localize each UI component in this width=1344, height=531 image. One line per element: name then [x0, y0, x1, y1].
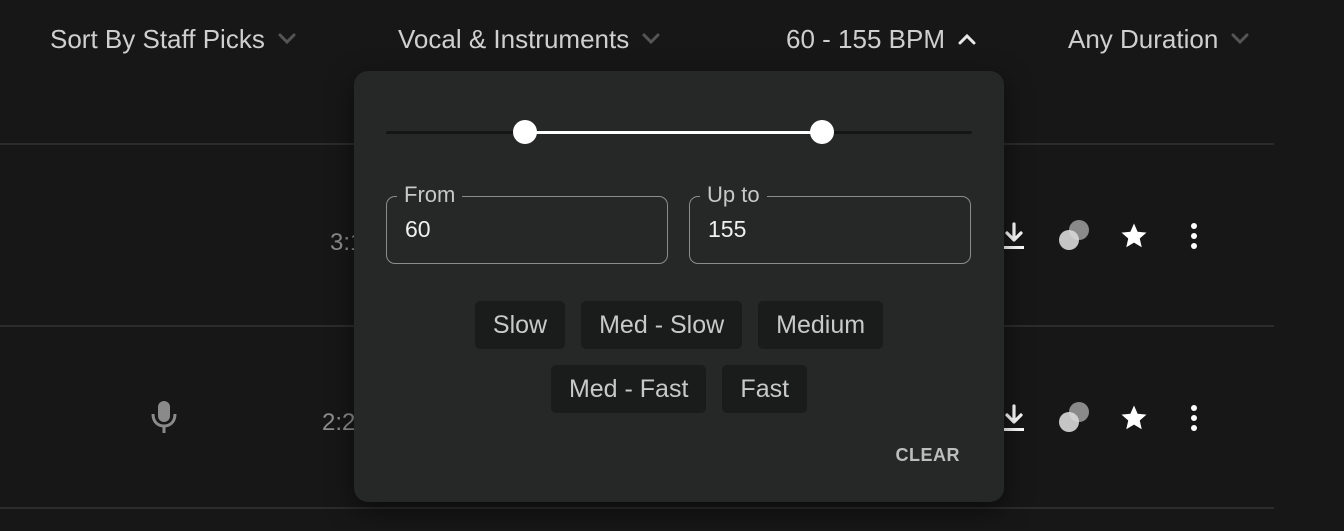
similar-icon[interactable] — [1055, 217, 1093, 255]
track-duration: 2:2 — [322, 409, 356, 436]
bpm-to-label: Up to — [700, 182, 767, 208]
track-actions — [995, 217, 1213, 255]
sort-dropdown[interactable]: Sort By Staff Picks — [50, 22, 297, 56]
sort-dropdown-label: Sort By Staff Picks — [50, 23, 265, 54]
clear-button[interactable]: CLEAR — [896, 445, 961, 466]
bpm-popover: From Up to Slow Med - Slow Medium Med - … — [354, 71, 1004, 502]
star-icon[interactable] — [1115, 217, 1153, 255]
track-actions — [995, 399, 1213, 437]
bpm-to-input[interactable] — [708, 216, 948, 243]
bpm-dropdown[interactable]: 60 - 155 BPM — [786, 22, 977, 56]
bpm-from-label: From — [397, 182, 463, 208]
bpm-presets-row: Med - Fast Fast — [354, 365, 1004, 413]
preset-med-fast-chip[interactable]: Med - Fast — [550, 365, 707, 413]
bpm-presets-row: Slow Med - Slow Medium — [354, 301, 1004, 349]
bpm-range-fill — [524, 131, 822, 134]
preset-med-slow-chip[interactable]: Med - Slow — [581, 301, 743, 349]
preset-medium-chip[interactable]: Medium — [758, 301, 884, 349]
vocal-instruments-dropdown[interactable]: Vocal & Instruments — [398, 22, 661, 56]
preset-fast-chip[interactable]: Fast — [722, 365, 808, 413]
chevron-up-icon — [957, 29, 977, 49]
bpm-from-input[interactable] — [405, 216, 645, 243]
bpm-min-handle[interactable] — [512, 120, 537, 144]
bpm-range-slider[interactable] — [386, 120, 972, 144]
similar-icon[interactable] — [1055, 399, 1093, 437]
bpm-to-field[interactable]: Up to — [689, 182, 971, 264]
bpm-max-handle[interactable] — [809, 120, 834, 144]
vocal-instruments-label: Vocal & Instruments — [398, 23, 630, 54]
chevron-down-icon — [277, 29, 297, 49]
star-icon[interactable] — [1115, 399, 1153, 437]
microphone-icon — [150, 399, 178, 435]
bpm-dropdown-label: 60 - 155 BPM — [786, 23, 945, 54]
bpm-from-field[interactable]: From — [386, 182, 668, 264]
duration-dropdown[interactable]: Any Duration — [1068, 22, 1250, 56]
more-vertical-icon[interactable] — [1175, 399, 1213, 437]
preset-slow-chip[interactable]: Slow — [474, 301, 566, 349]
chevron-down-icon — [1230, 29, 1250, 49]
chevron-down-icon — [641, 29, 661, 49]
row-divider — [0, 507, 1274, 509]
duration-dropdown-label: Any Duration — [1068, 23, 1219, 54]
bpm-presets: Slow Med - Slow Medium Med - Fast Fast — [354, 301, 1004, 429]
filter-bar: Sort By Staff Picks Vocal & Instruments … — [0, 0, 1344, 80]
more-vertical-icon[interactable] — [1175, 217, 1213, 255]
